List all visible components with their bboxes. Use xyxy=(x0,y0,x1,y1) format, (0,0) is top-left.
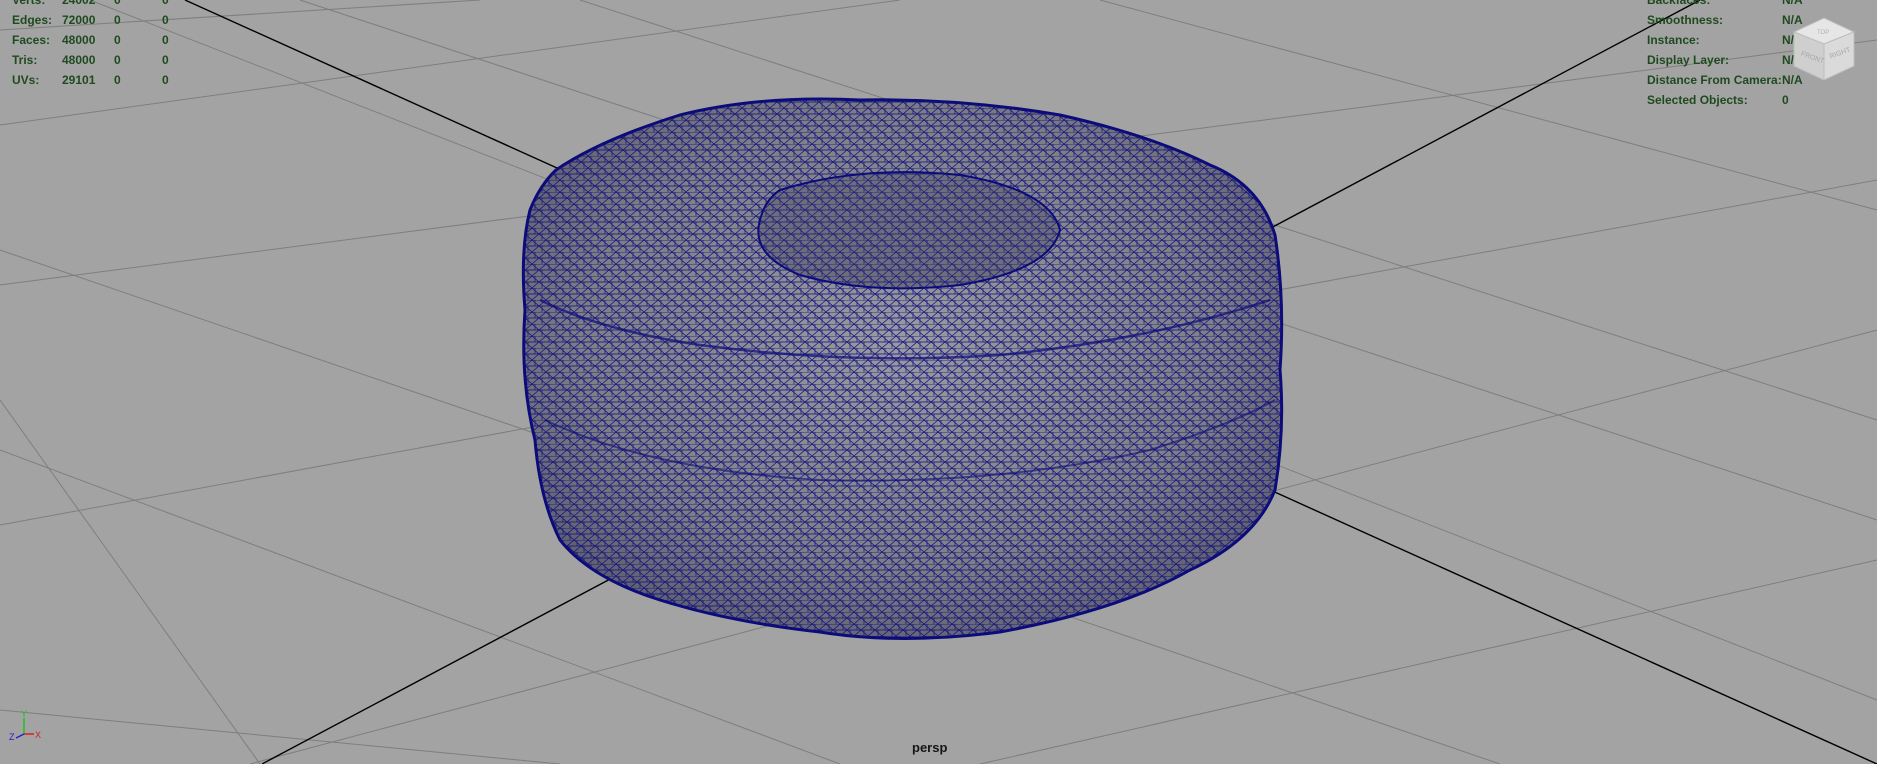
uvs-label: UVs: xyxy=(12,73,40,87)
faces-extra: 0 xyxy=(162,33,169,47)
backfaces-label: Backfaces: xyxy=(1647,0,1711,7)
poly-count-hud: Verts: 24002 0 0 Edges: 72000 0 0 Faces:… xyxy=(12,0,212,90)
distance-from-camera-label: Distance From Camera: xyxy=(1647,73,1782,87)
poly-row-uvs: UVs: 29101 0 0 xyxy=(12,70,212,90)
verts-value: 24002 xyxy=(62,0,96,7)
faces-value: 48000 xyxy=(62,33,96,47)
selected-objects-label: Selected Objects: xyxy=(1647,93,1748,107)
tris-value: 48000 xyxy=(62,53,96,67)
edges-extra: 0 xyxy=(162,13,169,27)
faces-label: Faces: xyxy=(12,33,51,47)
donut-mesh xyxy=(521,97,1284,640)
tris-selected: 0 xyxy=(114,53,121,67)
verts-extra: 0 xyxy=(162,0,169,7)
poly-row-faces: Faces: 48000 0 0 xyxy=(12,30,212,50)
tris-label: Tris: xyxy=(12,53,38,67)
poly-row-tris: Tris: 48000 0 0 xyxy=(12,50,212,70)
verts-label: Verts: xyxy=(12,0,46,7)
backfaces-value: N/A xyxy=(1782,0,1803,7)
poly-row-edges: Edges: 72000 0 0 xyxy=(12,10,212,30)
tris-extra: 0 xyxy=(162,53,169,67)
uvs-selected: 0 xyxy=(114,73,121,87)
instance-label: Instance: xyxy=(1647,33,1700,47)
smoothness-label: Smoothness: xyxy=(1647,13,1724,27)
axis-gizmo-z-line xyxy=(15,733,25,739)
axis-gizmo-y-label: Y xyxy=(21,709,27,719)
faces-selected: 0 xyxy=(114,33,121,47)
view-cube[interactable]: FRONT RIGHT TOP xyxy=(1788,14,1860,86)
detail-row-selected-objects: Selected Objects: 0 xyxy=(1647,90,1847,110)
verts-selected: 0 xyxy=(114,0,121,7)
display-layer-label: Display Layer: xyxy=(1647,53,1730,67)
scene-canvas[interactable] xyxy=(0,0,1877,764)
uvs-extra: 0 xyxy=(162,73,169,87)
selected-objects-value: 0 xyxy=(1782,93,1789,107)
detail-row-backfaces: Backfaces: N/A xyxy=(1647,0,1847,10)
edges-label: Edges: xyxy=(12,13,53,27)
axis-gizmo-x-label: X xyxy=(35,730,41,740)
axis-gizmo-z-label: Z xyxy=(9,732,15,742)
axis-gizmo: Y X Z xyxy=(9,709,41,742)
perspective-viewport[interactable]: Verts: 24002 0 0 Edges: 72000 0 0 Faces:… xyxy=(0,0,1877,764)
view-cube-top-label: TOP xyxy=(1817,30,1829,36)
poly-row-verts: Verts: 24002 0 0 xyxy=(12,0,212,10)
uvs-value: 29101 xyxy=(62,73,96,87)
camera-name-label: persp xyxy=(912,740,948,755)
edges-value: 72000 xyxy=(62,13,96,27)
edges-selected: 0 xyxy=(114,13,121,27)
